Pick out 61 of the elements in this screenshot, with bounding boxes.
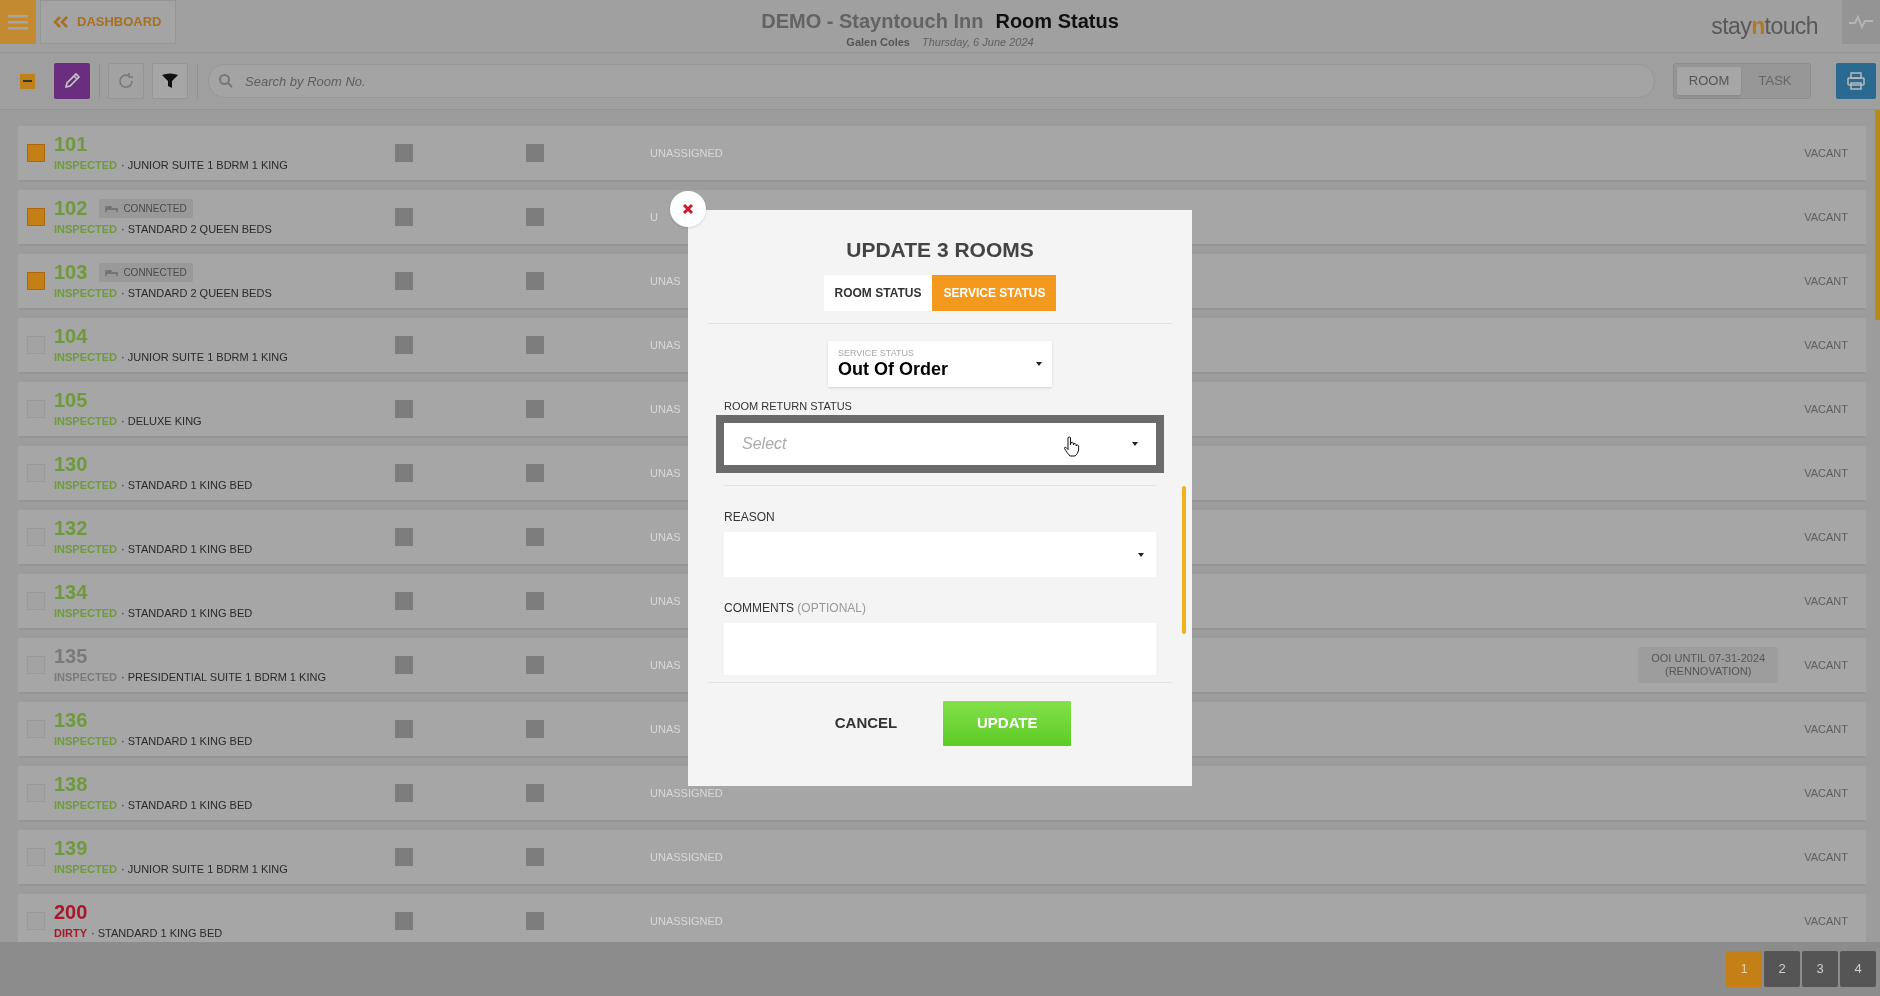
- room-type: · STANDARD 1 KING BED: [120, 606, 253, 622]
- room-type: · PRESIDENTIAL SUITE 1 BDRM 1 KING: [120, 670, 326, 686]
- room-number: 130: [54, 454, 88, 475]
- room-number: 101: [54, 134, 88, 155]
- room-status: INSPECTED: [54, 158, 117, 174]
- field-label: ROOM RETURN STATUS: [724, 398, 853, 414]
- user-name: Galen Coles: [846, 35, 910, 50]
- room-status: INSPECTED: [54, 862, 117, 878]
- field-label: COMMENTS (OPTIONAL): [724, 600, 867, 617]
- room-number: 200: [54, 902, 88, 923]
- occupancy-text: VACANT: [1804, 529, 1848, 545]
- room-status: INSPECTED: [54, 222, 117, 238]
- room-type: · STANDARD 1 KING BED: [120, 798, 253, 814]
- room-type: · STANDARD 1 KING BED: [120, 478, 253, 494]
- occupancy-text: VACANT: [1804, 273, 1848, 289]
- room-type: · STANDARD 2 QUEEN BEDS: [120, 222, 272, 238]
- occupancy-text: VACANT: [1804, 145, 1848, 161]
- hotel-name: DEMO - Stayntouch Inn: [761, 9, 984, 34]
- room-status: INSPECTED: [54, 798, 117, 814]
- field-label: REASON: [724, 509, 776, 526]
- room-status: INSPECTED: [54, 478, 117, 494]
- room-status: INSPECTED: [54, 414, 117, 430]
- brand-logo: stayntouch: [1711, 11, 1818, 41]
- room-number: 132: [54, 518, 88, 539]
- room-type: · JUNIOR SUITE 1 BDRM 1 KING: [120, 158, 288, 174]
- room-type: · STANDARD 2 QUEEN BEDS: [120, 286, 272, 302]
- room-number: 102: [54, 198, 88, 219]
- room-type: · DELUXE KING: [120, 414, 202, 430]
- room-type: · JUNIOR SUITE 1 BDRM 1 KING: [120, 862, 288, 878]
- room-status: INSPECTED: [54, 542, 117, 558]
- occupancy-text: VACANT: [1804, 913, 1848, 929]
- occupancy-text: VACANT: [1804, 593, 1848, 609]
- occupancy-text: VACANT: [1804, 785, 1848, 801]
- room-status: INSPECTED: [54, 606, 117, 622]
- room-status: INSPECTED: [54, 350, 117, 366]
- room-number: 138: [54, 774, 88, 795]
- room-number: 104: [54, 326, 88, 347]
- connected-badge: CONNECTED: [99, 198, 193, 218]
- room-status: INSPECTED: [54, 286, 117, 302]
- room-number: 105: [54, 390, 88, 411]
- service-note: OOI UNTIL 07-31-2024 (RENNOVATION): [1638, 647, 1779, 683]
- occupancy-text: VACANT: [1804, 209, 1848, 225]
- room-number: 134: [54, 582, 88, 603]
- connected-badge: CONNECTED: [99, 262, 193, 282]
- room-number: 139: [54, 838, 88, 859]
- room-type: · STANDARD 1 KING BED: [120, 734, 253, 750]
- occupancy-text: VACANT: [1804, 337, 1848, 353]
- room-type: · STANDARD 1 KING BED: [91, 926, 223, 942]
- occupancy-text: VACANT: [1804, 721, 1848, 737]
- page-title: Room Status: [995, 9, 1119, 34]
- room-type: · STANDARD 1 KING BED: [120, 542, 253, 558]
- occupancy-text: VACANT: [1804, 465, 1848, 481]
- room-number: 136: [54, 710, 88, 731]
- occupancy-text: VACANT: [1804, 849, 1848, 865]
- room-status: DIRTY: [54, 926, 87, 942]
- occupancy-text: VACANT: [1804, 657, 1848, 673]
- date-text: Thursday, 6 June 2024: [921, 35, 1034, 50]
- room-status: INSPECTED: [54, 734, 117, 750]
- room-type: · JUNIOR SUITE 1 BDRM 1 KING: [120, 350, 288, 366]
- occupancy-text: VACANT: [1804, 401, 1848, 417]
- room-number: 103: [54, 262, 88, 283]
